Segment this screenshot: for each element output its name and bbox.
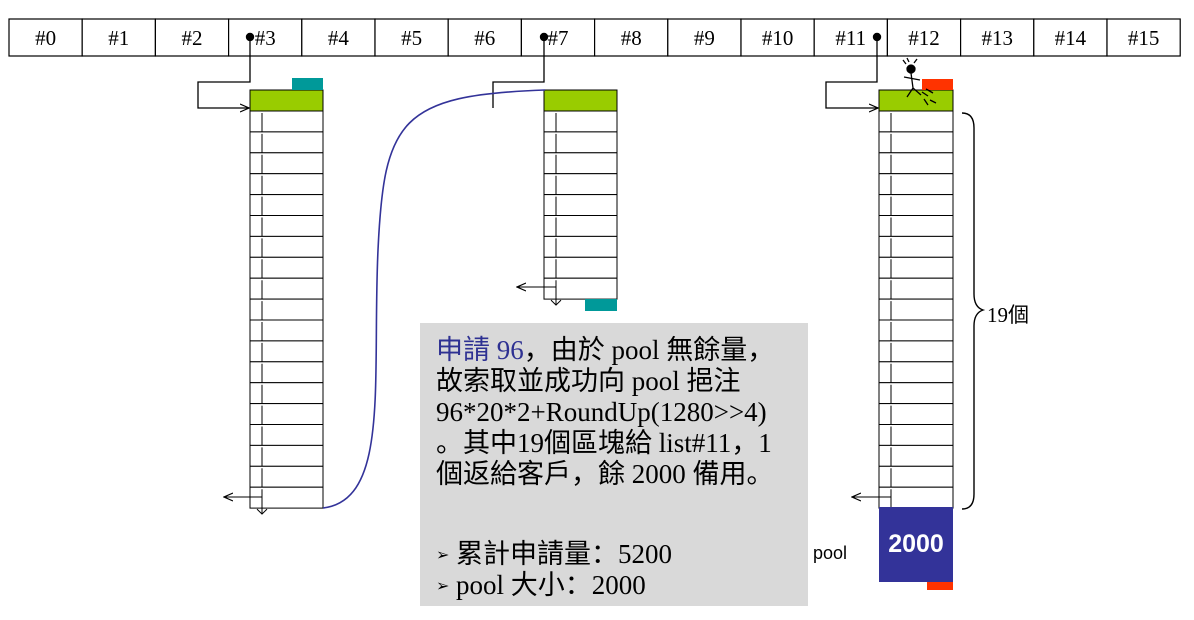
memory-chunk [878,131,954,154]
memory-chunk [878,319,954,342]
head-chunk [249,89,324,112]
memory-pool-diagram: #0 #1 #2 #3 #4 #5 #6 #7 #8 #9 #10 #11 #12 #13 #14 #15 申… [0,0,1194,620]
info-bullet2-text: pool 大小：2000 [456,570,646,600]
memory-chunk [249,298,324,321]
slot-label: #5 [401,26,422,50]
slot-label: #0 [35,26,56,50]
slot-label: #3 [255,26,276,50]
info-line3: 96*20*2+RoundUp(1280>>4) [436,397,767,427]
info-line5: 個返給客戶，餘 2000 備用。 [436,459,774,489]
memory-chunk [249,235,324,258]
memory-chunk [543,215,618,237]
pool-label: pool [813,543,848,563]
slot-label: #9 [694,26,715,50]
slot-label: #13 [981,26,1013,50]
memory-chunk [249,277,324,300]
memory-chunk [249,340,324,363]
chunk-end-marker [292,78,323,90]
bullet-arrow-icon: ➢ [436,547,450,564]
info-bullet-2: ➢ pool 大小：2000 [436,570,646,602]
info-panel: 申請 96，由於 pool 無餘量， 故索取並成功向 pool 挹注 96*20… [420,323,808,606]
memory-chunk [878,173,954,196]
pool-value: 2000 [888,530,944,558]
memory-chunk [249,361,324,384]
memory-chunk [543,173,618,196]
info-bullet1-text: 累計申請量：5200 [456,539,672,569]
slot-label: #8 [621,26,642,50]
slot-label: #2 [182,26,203,50]
memory-chunk [249,403,324,426]
memory-chunk [249,256,324,279]
memory-chunk [249,173,324,196]
info-line4: 。其中19個區塊給 list#11，1 [436,428,772,458]
slot-label: #7 [548,26,569,50]
memory-chunk [543,110,618,133]
memory-chunk [878,256,954,279]
bullet-arrow-icon: ➢ [436,578,450,595]
memory-chunk [878,298,954,321]
chunk-end-marker [585,299,617,311]
slot-label: #4 [328,26,350,50]
memory-chunk [878,194,954,217]
memory-chunk [543,256,618,279]
memory-chunk [543,235,618,258]
slot-label: #15 [1128,26,1160,50]
slot-label: #10 [762,26,794,50]
memory-chunk [249,465,324,488]
memory-chunk [878,152,954,175]
memory-chunk [249,444,324,467]
slot-label: #12 [908,26,940,50]
head-chunk [543,89,618,112]
free-list-slot-bar: #0 #1 #2 #3 #4 #5 #6 #7 #8 #9 #10 #11 #12 #13 #14 #15 [8,18,1181,57]
memory-chunk [543,277,618,300]
memory-chunk [543,194,618,217]
memory-chunk [249,152,324,175]
info-line2: 故索取並成功向 pool 挹注 [436,366,741,396]
slot-label: #6 [474,26,495,50]
slot-label: #1 [108,26,129,50]
memory-chunk [249,319,324,342]
memory-chunk [249,424,324,446]
info-text: 申請 96，由於 pool 無餘量， 故索取並成功向 pool 挹注 96*20… [436,335,798,490]
brace-19-blocks [961,112,986,510]
memory-chunk [249,486,324,509]
slot-label: #14 [1055,26,1087,50]
memory-chunk [878,424,954,446]
memory-chunk [878,215,954,237]
info-line1: ，由於 pool 無餘量， [523,335,775,365]
memory-chunk [878,382,954,405]
memory-chunk [249,131,324,154]
memory-chunk [878,110,954,133]
brace-label: 19個 [987,303,1029,327]
memory-chunk [249,194,324,217]
memory-chunk [878,235,954,258]
memory-chunk [249,110,324,133]
slot-label: #11 [835,26,866,50]
info-highlight: 申請 96 [436,335,524,365]
memory-chunk [878,277,954,300]
memory-chunk [878,486,954,509]
pool-end-marker [927,582,953,590]
memory-chunk [543,152,618,175]
head-chunk [878,89,954,112]
chunk-end-marker [922,79,953,90]
memory-chunk [878,403,954,426]
memory-chunk [543,131,618,154]
memory-chunk [878,465,954,488]
memory-chunk [249,382,324,405]
memory-chunk [249,215,324,237]
info-bullet-1: ➢ 累計申請量：5200 [436,539,672,571]
memory-chunk [878,444,954,467]
memory-chunk [878,340,954,363]
memory-chunk [878,361,954,384]
